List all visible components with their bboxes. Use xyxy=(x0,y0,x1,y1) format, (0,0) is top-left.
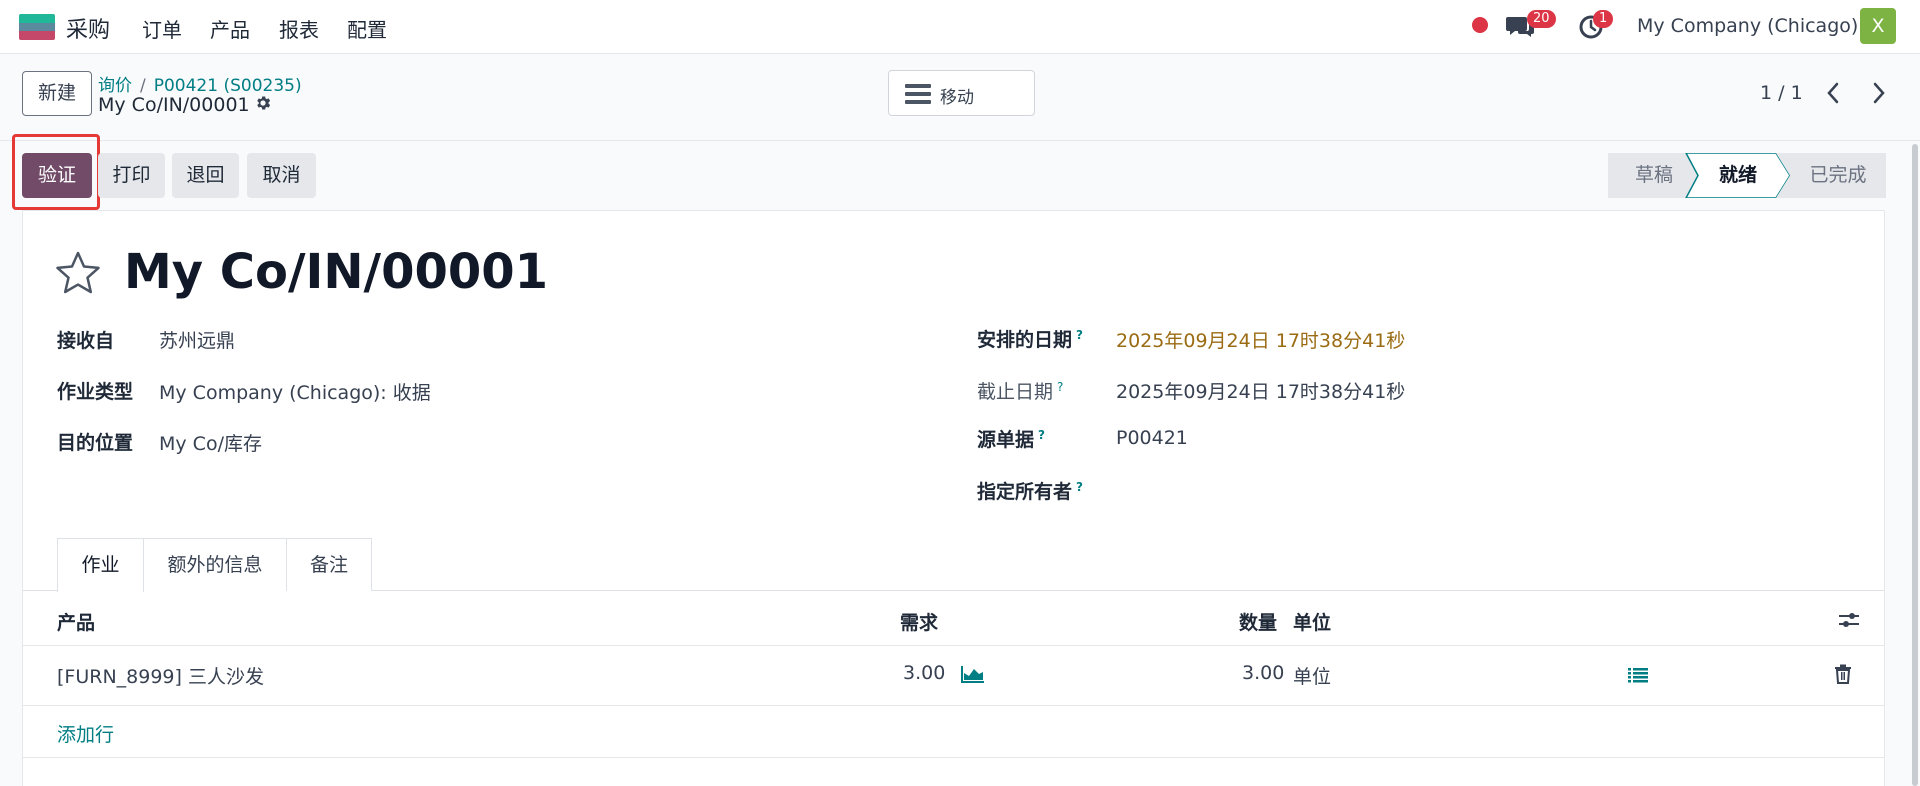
menu-products[interactable]: 产品 xyxy=(210,14,250,43)
status-dot-icon[interactable] xyxy=(1472,17,1488,33)
table-row-divider xyxy=(23,705,1884,706)
status-bar: 草稿 就绪 已完成 xyxy=(1608,153,1886,198)
partner-label: 接收自 xyxy=(57,330,115,352)
help-icon[interactable]: ? xyxy=(1076,480,1083,494)
operation-type-label: 作业类型 xyxy=(57,381,134,403)
deadline-label: 截止日期? xyxy=(977,379,1064,403)
print-button[interactable]: 打印 xyxy=(98,153,165,198)
record-title: My Co/IN/00001 xyxy=(124,244,549,300)
column-header-quantity[interactable]: 数量 xyxy=(1239,608,1277,635)
table-bottom-divider xyxy=(23,757,1884,758)
column-header-product[interactable]: 产品 xyxy=(57,608,95,635)
help-icon[interactable]: ? xyxy=(1076,328,1083,342)
company-switcher[interactable]: My Company (Chicago) xyxy=(1637,15,1858,37)
status-done[interactable]: 已完成 xyxy=(1790,153,1886,198)
app-name[interactable]: 采购 xyxy=(66,12,110,44)
menu-reporting[interactable]: 报表 xyxy=(279,14,319,43)
move-button-label: 移动 xyxy=(940,88,974,108)
partner-field[interactable]: 苏州远鼎 xyxy=(159,326,235,353)
help-icon[interactable]: ? xyxy=(1057,380,1063,394)
cancel-button[interactable]: 取消 xyxy=(247,153,316,198)
record-name: My Co/IN/00001 xyxy=(98,94,272,117)
tab-operations[interactable]: 作业 xyxy=(57,538,144,592)
menu-configuration[interactable]: 配置 xyxy=(347,14,387,43)
scheduled-date-field[interactable]: 2025年09月24日 17时38分41秒 xyxy=(1116,326,1405,353)
activities-badge: 1 xyxy=(1593,10,1614,28)
breadcrumb-separator: / xyxy=(140,76,146,96)
trash-icon[interactable] xyxy=(1834,664,1852,684)
tab-additional-info[interactable]: 额外的信息 xyxy=(143,538,287,591)
help-icon[interactable]: ? xyxy=(1038,428,1045,442)
row-uom[interactable]: 单位 xyxy=(1293,662,1331,689)
details-list-icon[interactable] xyxy=(1628,667,1648,683)
scrollbar[interactable] xyxy=(1912,144,1918,786)
star-icon[interactable] xyxy=(55,250,101,296)
menu-orders[interactable]: 订单 xyxy=(142,14,182,43)
forecast-chart-icon[interactable] xyxy=(961,665,985,683)
destination-label: 目的位置 xyxy=(57,432,134,454)
status-ready[interactable]: 就绪 xyxy=(1698,153,1778,198)
row-quantity[interactable]: 3.00 xyxy=(1242,662,1284,684)
destination-field[interactable]: My Co/库存 xyxy=(159,429,262,456)
row-product[interactable]: [FURN_8999] 三人沙发 xyxy=(57,662,264,689)
breadcrumb-po[interactable]: P00421 (S00235) xyxy=(154,76,302,96)
breadcrumb-rfq[interactable]: 询价 xyxy=(98,76,132,96)
add-line-link[interactable]: 添加行 xyxy=(57,720,114,747)
user-avatar[interactable]: X xyxy=(1860,8,1896,44)
gear-icon[interactable] xyxy=(254,94,272,117)
return-button[interactable]: 退回 xyxy=(172,153,239,198)
highlight-box xyxy=(12,134,100,210)
column-header-demand[interactable]: 需求 xyxy=(900,608,938,635)
new-button[interactable]: 新建 xyxy=(22,71,92,116)
deadline-field[interactable]: 2025年09月24日 17时38分41秒 xyxy=(1116,377,1405,404)
hamburger-icon xyxy=(905,83,931,110)
source-document-field[interactable]: P00421 xyxy=(1116,427,1188,449)
scheduled-date-label: 安排的日期? xyxy=(977,327,1083,351)
column-header-uom[interactable]: 单位 xyxy=(1293,608,1331,635)
tab-note[interactable]: 备注 xyxy=(286,538,372,591)
pager-value[interactable]: 1 / 1 xyxy=(1760,82,1803,104)
assign-owner-field[interactable] xyxy=(1116,477,1416,503)
source-document-label: 源单据? xyxy=(977,427,1045,451)
assign-owner-label: 指定所有者? xyxy=(977,479,1083,503)
purchase-app-icon[interactable] xyxy=(19,14,55,40)
breadcrumb: 询价 / P00421 (S00235) xyxy=(98,71,302,96)
chevron-left-icon[interactable] xyxy=(1822,80,1846,106)
table-header-divider xyxy=(23,645,1884,646)
row-demand[interactable]: 3.00 xyxy=(903,662,945,684)
operation-type-field[interactable]: My Company (Chicago): 收据 xyxy=(159,378,431,405)
optional-columns-icon[interactable] xyxy=(1838,610,1860,630)
record-name-label: My Co/IN/00001 xyxy=(98,94,250,116)
move-button[interactable]: 移动 xyxy=(888,70,1035,116)
status-draft[interactable]: 草稿 xyxy=(1618,153,1690,198)
chevron-right-icon[interactable] xyxy=(1866,80,1890,106)
messages-badge: 20 xyxy=(1527,10,1556,28)
